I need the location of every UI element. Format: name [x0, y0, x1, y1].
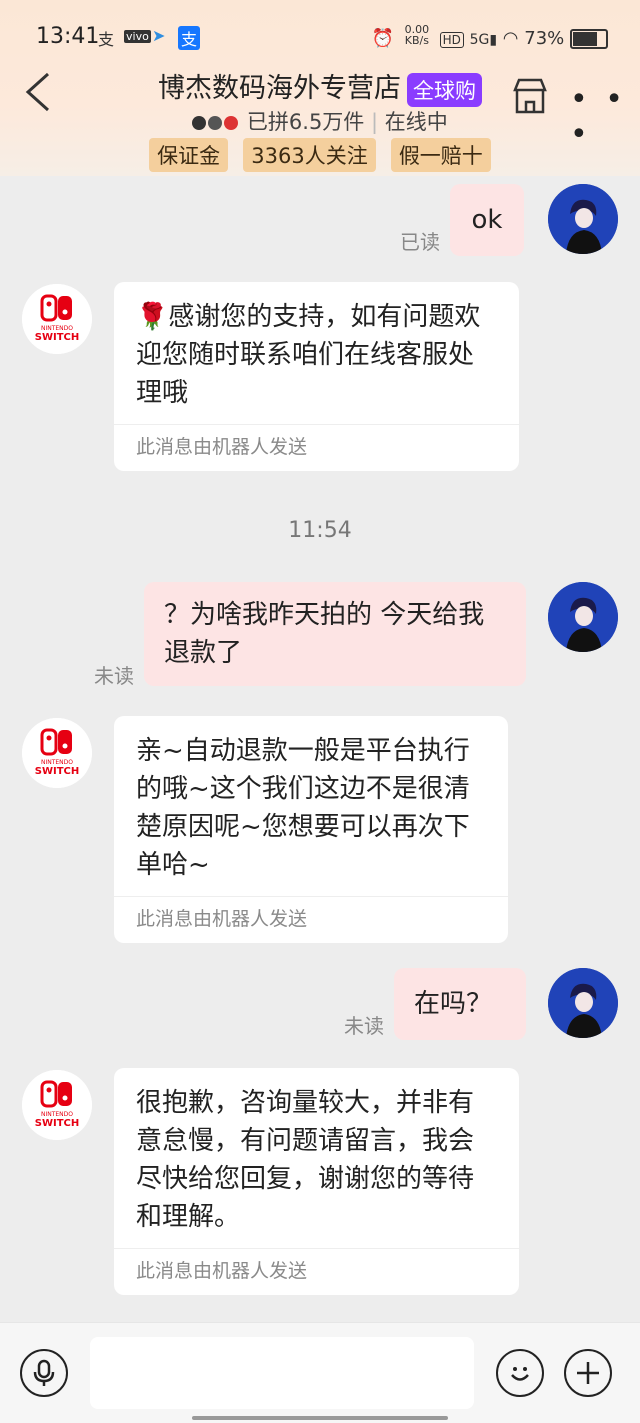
input-bar: [0, 1322, 640, 1423]
robot-note: 此消息由机器人发送: [114, 1248, 519, 1295]
tag-deposit[interactable]: 保证金: [149, 138, 229, 172]
emoji-button[interactable]: [496, 1349, 544, 1397]
svg-text:NINTENDO: NINTENDO: [41, 759, 73, 766]
status-time: 13:41: [36, 24, 100, 49]
global-tag: 全球购: [407, 72, 482, 107]
shop-tags: 保证金 3363人关注 假一赔十: [0, 138, 640, 172]
shop-subtitle: 已拼6.5万件 | 在线中: [0, 106, 640, 136]
voice-button[interactable]: [20, 1349, 68, 1397]
message-text: 在吗？: [414, 989, 493, 1019]
svg-text:SWITCH: SWITCH: [35, 766, 79, 777]
svg-text:NINTENDO: NINTENDO: [41, 325, 73, 332]
buyer-avatar-icon: [192, 116, 207, 130]
message-text: ok: [471, 205, 503, 235]
avatar[interactable]: [548, 968, 618, 1038]
robot-note: 此消息由机器人发送: [114, 896, 508, 943]
robot-note: 此消息由机器人发送: [114, 424, 519, 471]
read-status: 未读: [344, 1014, 384, 1038]
battery-text: 73%: [524, 28, 565, 49]
group-count: 已拼6.5万件: [246, 110, 365, 134]
add-button[interactable]: [564, 1349, 612, 1397]
status-right: ⏰ 0.00 KB/s HD 5G▮ ◠ 73%: [372, 24, 608, 49]
my-message[interactable]: ？为啥我昨天拍的 今天给我退款了: [144, 582, 526, 686]
battery-icon: [570, 29, 608, 49]
shop-name: 博杰数码海外专营店: [158, 73, 401, 104]
divider: |: [371, 110, 379, 134]
tag-guarantee[interactable]: 假一赔十: [390, 138, 491, 172]
online-status: 在线中: [384, 110, 448, 134]
shop-avatar[interactable]: NINTENDO SWITCH: [22, 718, 92, 788]
nintendo-switch-logo-icon: NINTENDO SWITCH: [22, 718, 92, 788]
shop-message[interactable]: 亲~自动退款一般是平台执行的哦~这个我们这边不是很清楚原因呢~您想要可以再次下单…: [114, 716, 508, 943]
alarm-icon: ⏰: [371, 28, 395, 49]
tag-followers[interactable]: 3363人关注: [243, 138, 376, 172]
alipay-icon: 支: [98, 30, 115, 49]
buyer-avatar-icon: [208, 116, 223, 130]
message-text: 🌹感谢您的支持，如有问题欢迎您随时联系咱们在线客服处理哦: [136, 302, 481, 408]
user-avatar-icon: [548, 582, 618, 652]
buyer-avatar-icon: [224, 116, 239, 130]
message-text: 亲~自动退款一般是平台执行的哦~这个我们这边不是很清楚原因呢~您想要可以再次下单…: [136, 736, 470, 880]
avatar[interactable]: [548, 184, 618, 254]
user-avatar-icon: [548, 184, 618, 254]
status-bar: 13:41 支 vivo ➤ 支 ⏰ 0.00 KB/s HD 5G▮ ◠ 73…: [0, 14, 640, 58]
shop-avatar[interactable]: NINTENDO SWITCH: [22, 284, 92, 354]
read-status: 已读: [400, 230, 440, 254]
telegram-icon: ➤: [152, 26, 166, 45]
header: 13:41 支 vivo ➤ 支 ⏰ 0.00 KB/s HD 5G▮ ◠ 73…: [0, 0, 640, 176]
net-speed: 0.00 KB/s: [404, 23, 430, 47]
timestamp: 11:54: [288, 518, 352, 543]
user-avatar-icon: [548, 968, 618, 1038]
nintendo-switch-logo-icon: NINTENDO SWITCH: [22, 284, 92, 354]
avatar[interactable]: [548, 582, 618, 652]
nintendo-switch-logo-icon: NINTENDO SWITCH: [22, 1070, 92, 1140]
svg-text:NINTENDO: NINTENDO: [41, 1111, 73, 1118]
plus-icon: [577, 1362, 599, 1384]
my-message[interactable]: 在吗？: [394, 968, 526, 1040]
microphone-icon: [33, 1359, 55, 1386]
shop-message[interactable]: 很抱歉，咨询量较大，并非有意怠慢，有问题请留言，我会尽快给您回复，谢谢您的等待和…: [114, 1068, 519, 1295]
svg-text:SWITCH: SWITCH: [35, 1118, 79, 1129]
emoji-icon: [511, 1367, 529, 1381]
alipay-app-icon: 支: [178, 26, 201, 50]
svg-text:SWITCH: SWITCH: [35, 332, 79, 343]
my-message[interactable]: ok: [450, 184, 524, 256]
hd-icon: HD: [439, 32, 464, 48]
wifi-icon: ◠: [502, 28, 519, 49]
home-indicator[interactable]: [192, 1416, 448, 1420]
shop-avatar[interactable]: NINTENDO SWITCH: [22, 1070, 92, 1140]
vivo-icon: vivo: [124, 30, 151, 43]
message-input[interactable]: [90, 1337, 474, 1409]
message-text: ？为啥我昨天拍的 今天给我退款了: [164, 600, 485, 668]
message-text: 很抱歉，咨询量较大，并非有意怠慢，有问题请留言，我会尽快给您回复，谢谢您的等待和…: [136, 1088, 475, 1232]
shop-message[interactable]: 🌹感谢您的支持，如有问题欢迎您随时联系咱们在线客服处理哦 此消息由机器人发送: [114, 282, 519, 471]
signal-icon: 5G▮: [469, 32, 498, 48]
read-status: 未读: [94, 664, 134, 688]
